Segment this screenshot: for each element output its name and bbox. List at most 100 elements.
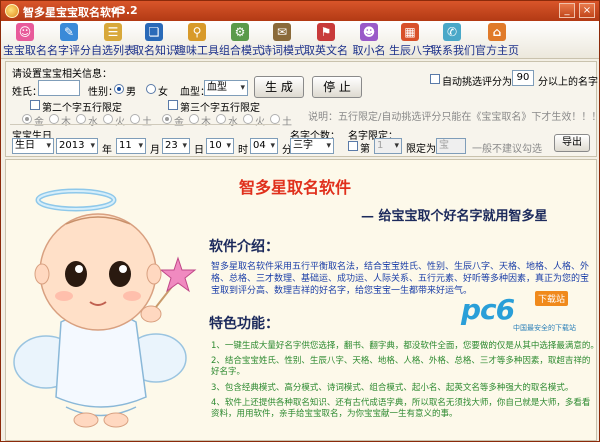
feature-item: 4、软件上还提供各种取名知识、还有古代成语字典，所以取名无须找大师，你自己就是大… [211, 398, 591, 419]
toolbar-item[interactable]: ▦ 生辰八字 [389, 23, 433, 57]
second-char-element-label: 第二个字五行限定 [42, 103, 122, 114]
third-char-element-checkbox[interactable] [168, 100, 178, 110]
element-radio[interactable] [270, 114, 280, 124]
element-label: 木 [201, 117, 211, 128]
calendar-type-select[interactable]: 生日 [12, 138, 54, 154]
blood-type-select[interactable]: 血型 [204, 80, 248, 96]
stop-button[interactable]: 停 止 [312, 76, 362, 98]
flag-icon: ⚑ [317, 23, 335, 41]
toolbar-item[interactable]: ✎ 名字评分 [47, 23, 91, 57]
element-label: 土 [142, 117, 152, 128]
window-version: v3.2 [111, 4, 138, 17]
auto-filter-checkbox[interactable] [430, 74, 440, 84]
pen-icon: ✎ [60, 23, 78, 41]
element-radio[interactable] [243, 114, 253, 124]
element-radio[interactable] [162, 114, 172, 124]
name-limit-char-input[interactable]: 宝 [436, 138, 466, 154]
settings-group-title: 请设置宝宝相关信息： [12, 69, 112, 80]
toolbar: ☺ 宝宝取名 ✎ 名字评分 ☰ 自选列表 ❏ 取名知识 ⚲ 趣味工具 ⚙ 组合模式 ✉ 诗词模式 ⚑ 取英文名… [1, 21, 599, 59]
contact-icon: ✆ [443, 23, 461, 41]
gear-icon: ⚙ [231, 23, 249, 41]
element-radio[interactable] [49, 114, 59, 124]
magnifier-icon: ⚲ [188, 23, 206, 41]
toolbar-item-label: 取名知识 [133, 44, 177, 57]
toolbar-item[interactable]: ✆ 联系我们 [431, 23, 475, 57]
element-label: 土 [282, 117, 292, 128]
close-button[interactable]: × [579, 3, 595, 18]
toolbar-item-label: 自选列表 [91, 44, 135, 57]
slogan: — 给宝宝取个好名字就用智多星 [361, 209, 548, 224]
auto-filter-score-input[interactable]: 90 [512, 70, 534, 86]
toolbar-item[interactable]: ☺ 宝宝取名 [3, 23, 47, 57]
element-label: 金 [174, 117, 184, 128]
divider [10, 124, 280, 125]
element-radio[interactable] [216, 114, 226, 124]
name-limit-hint: 一般不建议勾选 [472, 144, 542, 155]
name-limit-check-label: 第 [360, 144, 370, 155]
toolbar-item[interactable]: ☻ 取小名 [349, 23, 389, 57]
second-char-element-checkbox[interactable] [30, 100, 40, 110]
toolbar-item[interactable]: ⚙ 组合模式 [219, 23, 263, 57]
birth-month-select[interactable]: 11 [116, 138, 146, 154]
intro-content: 智多星取名软件 — 给宝宝取个好名字就用智多星 软件介绍： 智多星取名软件采用五… [5, 159, 597, 441]
toolbar-item[interactable]: ☰ 自选列表 [91, 23, 135, 57]
gender-male-label: 男 [126, 87, 136, 98]
list-icon: ☰ [104, 23, 122, 41]
name-limit-position-select[interactable]: 1 [374, 138, 402, 154]
element-radio[interactable] [189, 114, 199, 124]
headline: 智多星取名软件 [239, 178, 352, 197]
title-bar[interactable]: 智多星宝宝取名软件 v3.2 _ × [1, 1, 599, 21]
element-radio[interactable] [22, 114, 32, 124]
intro-title: 软件介绍： [209, 239, 279, 255]
month-label: 月 [150, 145, 160, 156]
export-button[interactable]: 导出 [554, 134, 590, 152]
toolbar-item-label: 联系我们 [431, 44, 475, 57]
toolbar-item-label: 诗词模式 [261, 44, 305, 57]
name-limit-checkbox[interactable] [348, 141, 358, 151]
feature-item: 2、结合宝宝姓氏、性别、生辰八字、天格、地格、人格、外格、总格、三才等多种因素，… [211, 356, 591, 377]
pc6-watermark: pc6 下载站 中国最安全的下载站 [461, 291, 591, 333]
name-count-select[interactable]: 三字 [290, 138, 334, 154]
feature-item: 3、包含经典模式、高分模式、诗词模式、组合模式、起小名、起英文名等多种强大的取名… [211, 383, 574, 393]
toolbar-item[interactable]: ⚑ 取英文名 [303, 23, 349, 57]
surname-input[interactable] [38, 80, 80, 96]
minimize-button[interactable]: _ [559, 3, 575, 18]
toolbar-item[interactable]: ✉ 诗词模式 [261, 23, 305, 57]
toolbar-item-label: 取英文名 [304, 44, 348, 57]
third-char-element-label: 第三个字五行限定 [180, 103, 260, 114]
toolbar-item-label: 趣味工具 [175, 44, 219, 57]
birth-minute-select[interactable]: 04 [250, 138, 278, 154]
book-icon: ❏ [145, 23, 163, 41]
settings-panel: 请设置宝宝相关信息： 姓氏： 性别： 男 女 血型： 血型 生 成 停 止 自动… [5, 61, 600, 157]
birth-year-select[interactable]: 2013 [56, 138, 98, 154]
element-radio[interactable] [130, 114, 140, 124]
baby-angel-illustration [13, 188, 197, 428]
day-label: 日 [194, 145, 204, 156]
toolbar-item[interactable]: ⌂ 官方主页 [473, 23, 521, 57]
name-limit-select-label: 限定为 [406, 144, 436, 155]
element-radio[interactable] [76, 114, 86, 124]
year-label: 年 [102, 145, 112, 156]
home-icon: ⌂ [488, 23, 506, 41]
window-title: 智多星宝宝取名软件 [23, 6, 122, 19]
element-radio[interactable] [103, 114, 113, 124]
features-title: 特色功能： [209, 316, 279, 332]
element-label: 火 [255, 117, 265, 128]
baby-icon: ☺ [16, 23, 34, 41]
child-icon: ☻ [360, 23, 378, 41]
birth-day-select[interactable]: 23 [162, 138, 190, 154]
auto-filter-label: 自动挑选评分为 [442, 77, 512, 88]
scroll-icon: ✉ [273, 23, 291, 41]
filter-note: 说明：五行限定/自动挑选评分只能在《宝宝取名》下才生效！！！！！ [308, 112, 600, 123]
toolbar-item-label: 名字评分 [47, 44, 91, 57]
toolbar-item[interactable]: ⚲ 趣味工具 [175, 23, 219, 57]
toolbar-item-label: 组合模式 [219, 44, 263, 57]
toolbar-item[interactable]: ❏ 取名知识 [133, 23, 177, 57]
gender-male-radio[interactable] [114, 84, 124, 94]
generate-button[interactable]: 生 成 [254, 76, 304, 98]
birth-hour-select[interactable]: 10 [206, 138, 234, 154]
gender-female-label: 女 [158, 87, 168, 98]
gender-female-radio[interactable] [146, 84, 156, 94]
pc6-logo-text: pc6 [461, 293, 515, 326]
toolbar-item-label: 宝宝取名 [3, 44, 47, 57]
